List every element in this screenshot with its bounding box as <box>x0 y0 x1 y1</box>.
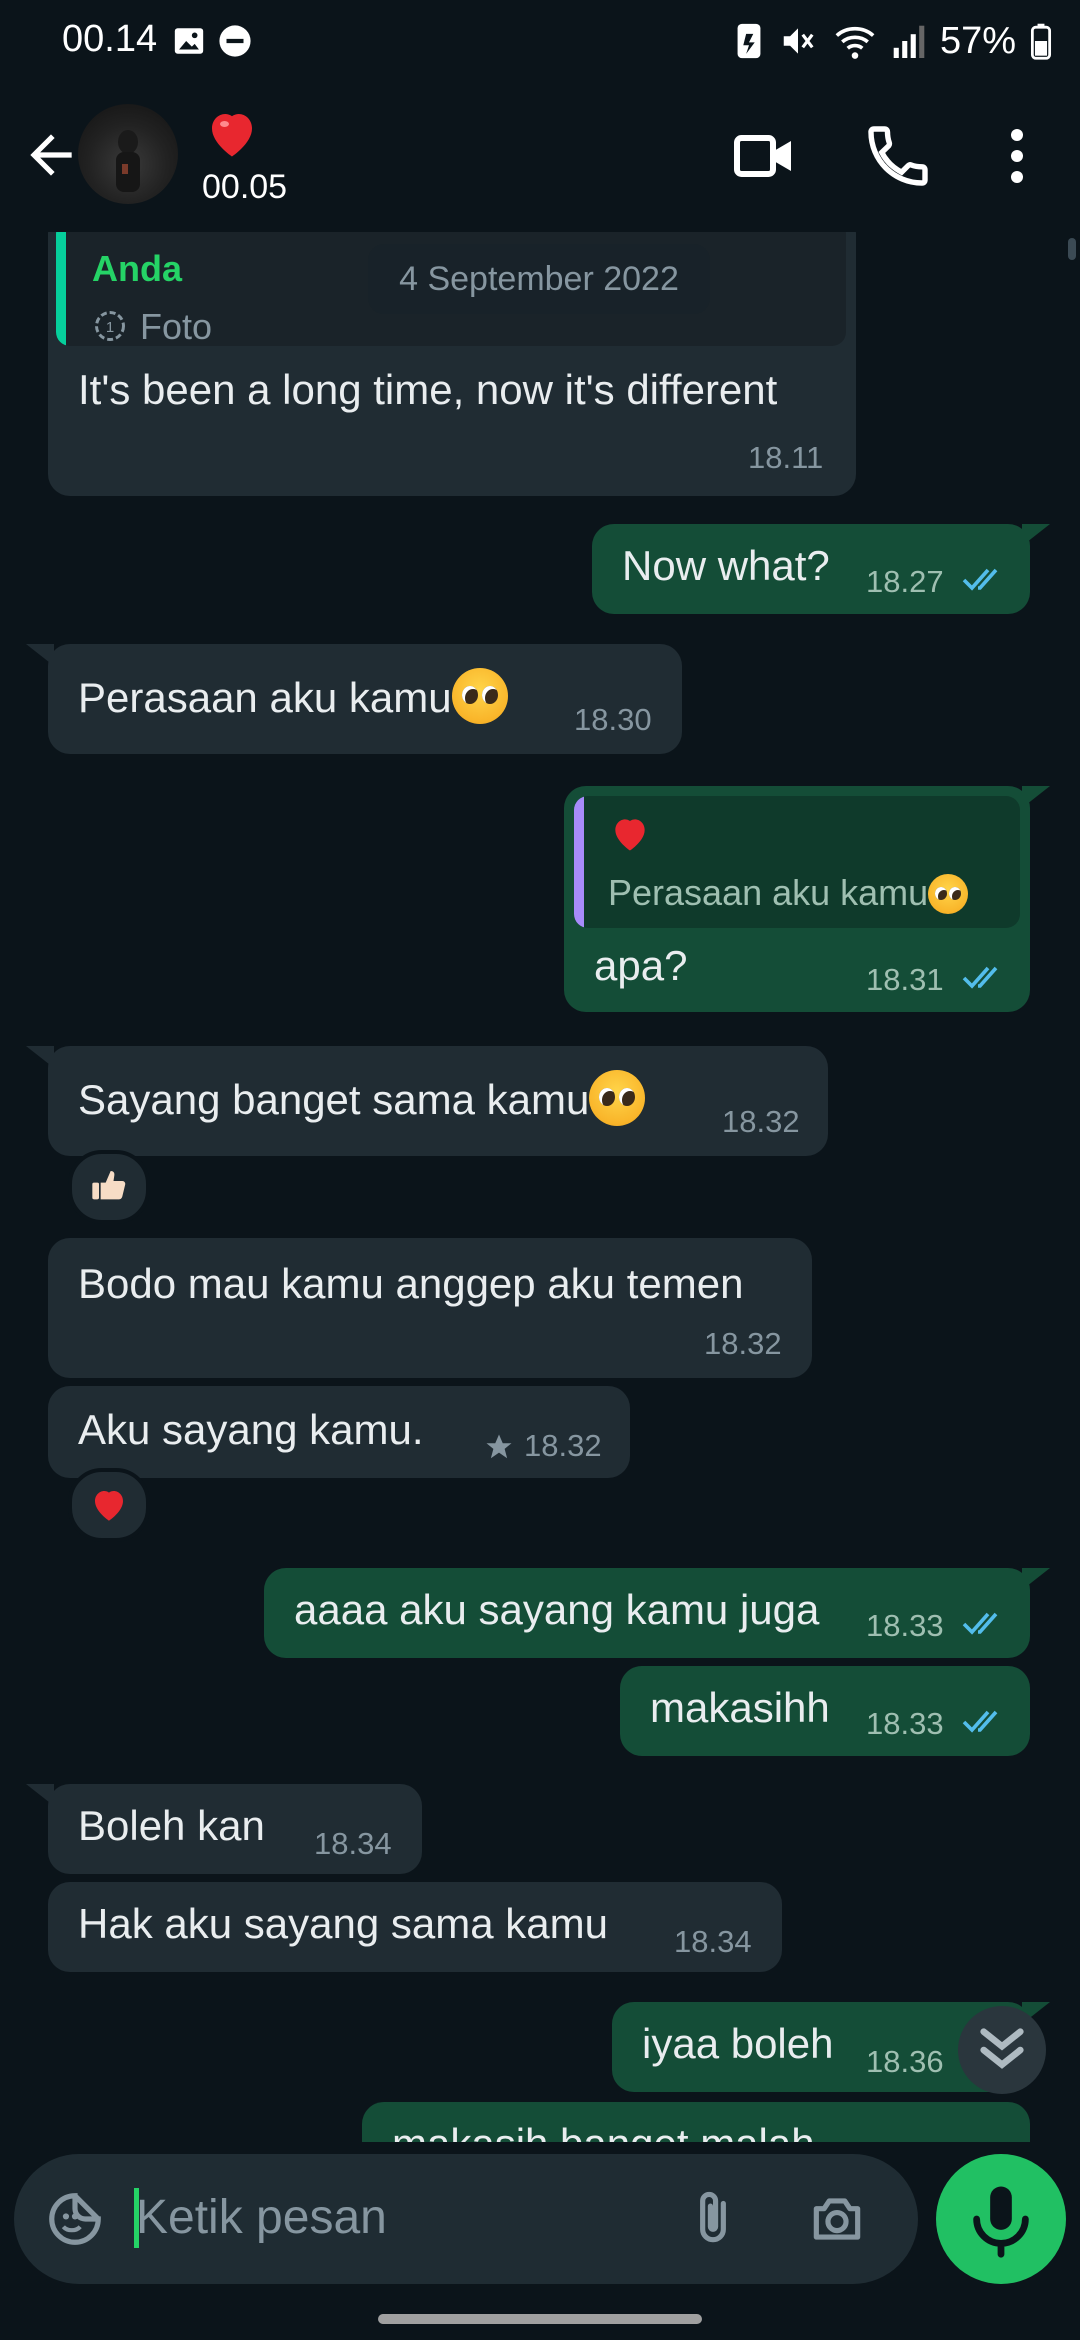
quoted-message[interactable]: Perasaan aku kamu <box>574 796 1020 928</box>
attach-icon[interactable] <box>682 2188 744 2250</box>
message-time: 18.32 <box>722 1104 800 1139</box>
message-text: It's been a long time, now it's differen… <box>78 366 778 413</box>
read-receipt-icon <box>962 1710 998 1733</box>
reaction-thumbs-up[interactable] <box>68 1150 150 1224</box>
last-seen: 00.05 <box>202 168 288 206</box>
voice-call-icon[interactable] <box>862 120 934 192</box>
dnd-icon <box>219 25 251 57</box>
message-text: Now what? <box>622 542 830 589</box>
signal-icon <box>893 25 925 58</box>
quote-author: Anda <box>92 248 182 289</box>
message-time: 18.32 <box>704 1326 782 1361</box>
date-divider: 4 September 2022 <box>368 244 710 314</box>
message-text: Aku sayang kamu. <box>78 1406 424 1453</box>
message-text: iyaa boleh <box>642 2020 834 2067</box>
message-bubble-incoming[interactable]: Sayang banget sama kamu 18.32 <box>48 1046 828 1156</box>
message-time: 18.33 <box>866 1706 944 1741</box>
voice-record-button[interactable] <box>936 2154 1066 2284</box>
star-icon <box>486 1434 512 1459</box>
status-bar: 00.14 57% <box>0 0 1080 84</box>
thumbs-up-icon <box>92 1171 126 1200</box>
status-time: 00.14 <box>62 18 158 60</box>
message-bubble-outgoing[interactable]: makasihh 18.33 <box>620 1666 1030 1756</box>
battery-percent: 57% <box>939 19 1016 62</box>
read-receipt-icon <box>962 1612 998 1635</box>
message-time: 18.34 <box>674 1924 752 1959</box>
message-text: aaaa aku sayang kamu juga <box>294 1586 820 1633</box>
message-text: makasih banget malah <box>392 2120 815 2142</box>
battery-icon <box>1030 23 1052 60</box>
view-once-icon: 1 <box>95 311 125 341</box>
reaction-heart[interactable] <box>68 1468 150 1542</box>
message-text: Hak aku sayang sama kamu <box>78 1900 608 1947</box>
contact-avatar[interactable] <box>78 104 178 204</box>
message-time: 18.11 <box>748 440 824 475</box>
message-bubble-outgoing[interactable]: Perasaan aku kamu apa? 18.31 <box>564 786 1030 1012</box>
message-text: Boleh kan <box>78 1802 265 1849</box>
message-bubble-outgoing[interactable]: aaaa aku sayang kamu juga 18.33 <box>264 1568 1030 1658</box>
message-text: apa? <box>594 942 688 989</box>
scroll-to-bottom-button[interactable] <box>958 2006 1046 2094</box>
more-options-icon[interactable] <box>981 120 1053 192</box>
back-arrow-icon[interactable] <box>20 124 82 186</box>
video-call-icon[interactable] <box>728 120 800 192</box>
double-chevron-down-icon <box>980 2028 1024 2069</box>
quote-heart-icon <box>615 819 645 851</box>
message-time: 18.27 <box>866 564 944 599</box>
read-receipt-icon <box>962 568 998 591</box>
message-composer[interactable]: Ketik pesan <box>14 2154 918 2284</box>
read-receipt-icon <box>962 966 998 989</box>
camera-icon[interactable] <box>806 2188 868 2250</box>
heart-icon <box>95 1491 123 1521</box>
message-text: Sayang banget sama kamu <box>78 1076 590 1123</box>
message-time: 18.30 <box>574 702 652 737</box>
message-text: Bodo mau kamu anggep aku temen <box>78 1260 744 1307</box>
pleading-face-emoji <box>928 874 969 914</box>
svg-text:1: 1 <box>106 319 114 336</box>
message-bubble-outgoing[interactable]: makasih banget malah <box>362 2102 1030 2142</box>
message-time: 18.34 <box>314 1826 392 1861</box>
message-bubble-incoming[interactable]: Perasaan aku kamu 18.30 <box>48 644 682 754</box>
scrollbar[interactable] <box>1068 238 1076 260</box>
message-text: makasihh <box>650 1684 830 1731</box>
message-bubble-incoming[interactable]: Boleh kan 18.34 <box>48 1784 422 1874</box>
message-time: 18.33 <box>866 1608 944 1643</box>
message-bubble-outgoing[interactable]: Now what? 18.27 <box>592 524 1030 614</box>
message-time: 18.32 <box>524 1428 602 1463</box>
message-bubble-incoming[interactable]: Aku sayang kamu. 18.32 <box>48 1386 630 1478</box>
message-time: 18.36 <box>866 2044 944 2079</box>
status-right-icons: 57% <box>734 18 1052 64</box>
message-input[interactable]: Ketik pesan <box>136 2190 387 2245</box>
sticker-icon[interactable] <box>44 2188 106 2250</box>
gesture-handle[interactable] <box>378 2314 702 2324</box>
message-text: Perasaan aku kamu <box>78 674 452 721</box>
message-bubble-incoming[interactable]: Bodo mau kamu anggep aku temen 18.32 <box>48 1238 812 1378</box>
pleading-face-emoji <box>451 668 508 724</box>
wifi-icon <box>835 26 875 59</box>
message-time: 18.31 <box>866 962 944 997</box>
pleading-face-emoji <box>589 1070 646 1126</box>
navigation-bar <box>0 2284 1080 2340</box>
mute-icon <box>783 28 814 54</box>
contact-name-heart-icon[interactable] <box>202 104 262 164</box>
mic-icon <box>973 2186 1029 2258</box>
chat-header: 00.05 <box>0 84 1080 234</box>
message-list[interactable]: Anda 1 Foto It's been a long time, now i… <box>0 232 1080 2142</box>
quote-media-label: Foto <box>140 306 213 346</box>
message-bubble-incoming[interactable]: Hak aku sayang sama kamu 18.34 <box>48 1882 782 1972</box>
quote-text: Perasaan aku kamu <box>608 872 929 913</box>
gallery-notification-icon <box>174 28 204 54</box>
sim-icon <box>737 23 761 59</box>
